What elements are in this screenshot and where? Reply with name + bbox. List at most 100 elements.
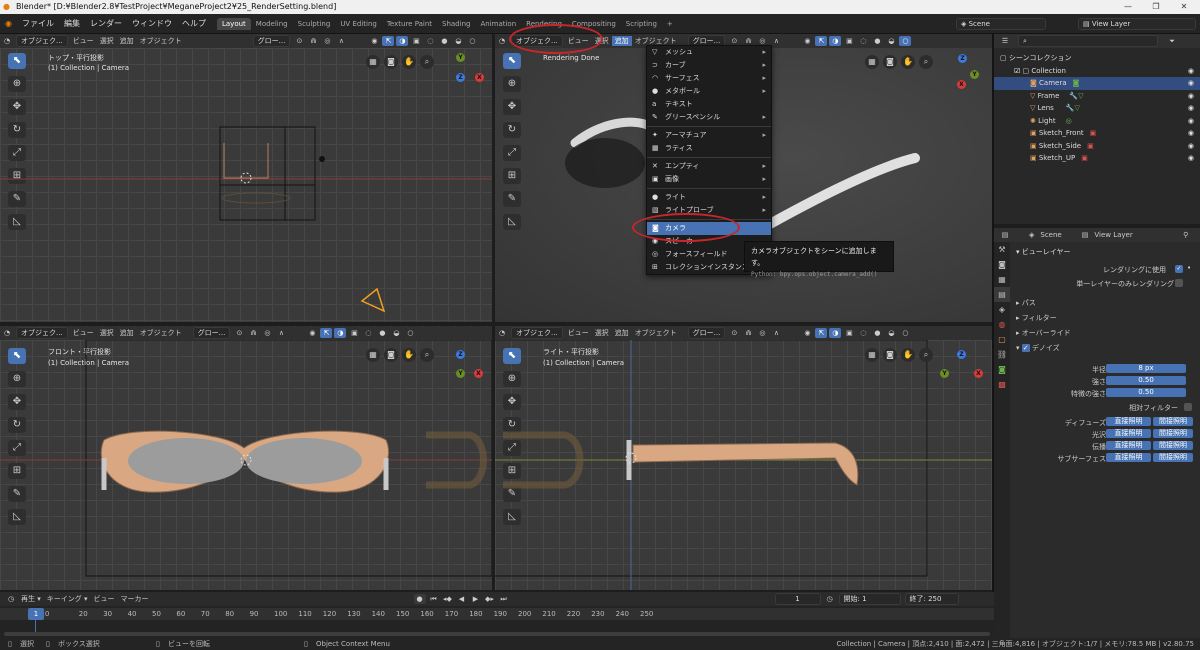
section-passes[interactable]: ▸ パス <box>1016 298 1036 308</box>
tab-layout[interactable]: Layout <box>216 17 251 30</box>
eye-icon[interactable]: ◉ <box>1188 90 1194 103</box>
editor-type-icon[interactable]: ◔ <box>496 328 508 338</box>
current-frame-field[interactable]: 1 <box>774 593 821 605</box>
transform-orientation-dropdown[interactable]: グロー... <box>252 35 291 47</box>
scene-tab-icon[interactable]: ◈ <box>994 302 1010 317</box>
select-menu[interactable]: 選択 <box>97 36 117 46</box>
menu-help[interactable]: ヘルプ <box>177 18 211 29</box>
viewport-front[interactable]: フロント・平行投影 (1) Collection | Camera ⬉ ⊕ ✥ … <box>0 340 492 590</box>
wireframe-shading-icon[interactable]: ◌ <box>857 328 869 338</box>
tab-modeling[interactable]: Modeling <box>251 18 293 30</box>
mode-dropdown[interactable]: オブジェク... <box>16 327 68 339</box>
play-reverse-icon[interactable]: ◀ <box>456 594 468 604</box>
render-tab-icon[interactable]: ◙ <box>994 257 1010 272</box>
close-button[interactable]: ✕ <box>1172 0 1196 14</box>
eye-icon[interactable]: ◉ <box>1188 115 1194 128</box>
proportional-icon[interactable]: ◎ <box>756 328 768 338</box>
add-menu-item[interactable]: ✎ グリースペンシル ▸ <box>647 111 771 124</box>
add-workspace-button[interactable]: + <box>662 18 678 30</box>
editor-type-icon[interactable]: ◔ <box>496 36 508 46</box>
overlay-toggle-icon[interactable]: ◑ <box>829 328 842 338</box>
filter-icon[interactable]: ⏷ <box>1166 36 1178 46</box>
tab-animation[interactable]: Animation <box>475 18 521 30</box>
xray-icon[interactable]: ▣ <box>348 328 360 338</box>
grid-icon[interactable]: ▦ <box>366 348 380 362</box>
transform-orientation-dropdown[interactable]: グロー... <box>687 327 726 339</box>
render-shading-icon[interactable]: ○ <box>899 36 912 46</box>
snap-icon[interactable]: ⋒ <box>742 328 754 338</box>
camera-view-icon[interactable]: ◙ <box>883 55 897 69</box>
section-denoise[interactable]: ▾ ✓ デノイズ <box>1016 343 1060 353</box>
overlay-toggle-icon[interactable]: ◑ <box>334 328 347 338</box>
wireframe-shading-icon[interactable]: ◌ <box>362 328 374 338</box>
gizmo-toggle-icon[interactable]: ⇱ <box>382 36 395 46</box>
transform-orientation-dropdown[interactable]: グロー... <box>192 327 231 339</box>
object-menu[interactable]: オブジェクト <box>137 328 185 338</box>
section-view-layer[interactable]: ▾ ビューレイヤー <box>1016 247 1071 257</box>
tab-shading[interactable]: Shading <box>437 18 475 30</box>
jump-end-icon[interactable]: ⏭ <box>498 594 510 604</box>
falloff-icon[interactable]: ∧ <box>770 36 782 46</box>
gizmo-y-axis[interactable]: Y <box>970 70 979 79</box>
falloff-icon[interactable]: ∧ <box>335 36 347 46</box>
editor-type-icon[interactable]: ◷ <box>5 594 17 604</box>
section-filter[interactable]: ▸ フィルター <box>1016 313 1057 323</box>
wireframe-shading-icon[interactable]: ◌ <box>857 36 869 46</box>
view-layer-selector[interactable]: ▤ View Layer <box>1078 18 1196 30</box>
add-menu-open[interactable]: 追加 <box>611 36 632 46</box>
snap-icon[interactable]: ⋒ <box>307 36 319 46</box>
eye-icon[interactable]: ◉ <box>1188 77 1194 90</box>
view-menu[interactable]: ビュー <box>70 36 97 46</box>
material-shading-icon[interactable]: ◒ <box>390 328 402 338</box>
solid-shading-icon[interactable]: ● <box>871 328 883 338</box>
gizmo-z-axis[interactable]: Z <box>958 54 967 63</box>
material-shading-icon[interactable]: ◒ <box>885 328 897 338</box>
gizmo-z-axis[interactable]: Z <box>456 350 465 359</box>
gizmo-y-axis[interactable]: Y <box>940 369 949 378</box>
object-tab-icon[interactable]: ▢ <box>994 332 1010 347</box>
xray-icon[interactable]: ▣ <box>410 36 422 46</box>
object-menu[interactable]: オブジェクト <box>137 36 185 46</box>
tab-uv-editing[interactable]: UV Editing <box>335 18 382 30</box>
indirect-toggle[interactable]: 間接照明 <box>1153 417 1193 426</box>
select-menu[interactable]: 選択 <box>97 328 117 338</box>
playback-menu[interactable]: 再生 ▾ <box>18 594 44 604</box>
outliner-item-sketch-up[interactable]: ▣ Sketch_UP ▣ ◉ <box>994 152 1200 165</box>
wireframe-shading-icon[interactable]: ◌ <box>424 36 436 46</box>
zoom-icon[interactable]: ⌕ <box>919 348 933 362</box>
editor-type-icon[interactable]: ◔ <box>1 328 13 338</box>
grid-icon[interactable]: ▦ <box>865 55 879 69</box>
start-frame-field[interactable]: 開始: 1 <box>838 593 901 605</box>
add-menu-item[interactable]: ◠ サーフェス ▸ <box>647 72 771 85</box>
use-for-render-checkbox[interactable]: ✓ <box>1175 265 1183 273</box>
mode-dropdown[interactable]: オブジェク... <box>16 35 68 47</box>
outliner-item-camera[interactable]: ◙ Camera ◙ ◉ <box>994 77 1200 90</box>
visibility-icon[interactable]: ◉ <box>368 36 380 46</box>
visibility-icon[interactable]: ◉ <box>801 328 813 338</box>
gizmo-y-axis[interactable]: Y <box>456 369 465 378</box>
camera-view-icon[interactable]: ◙ <box>883 348 897 362</box>
data-tab-icon[interactable]: ◙ <box>994 362 1010 377</box>
direct-toggle[interactable]: 直接照明 <box>1106 429 1151 438</box>
add-menu-item[interactable]: ● メタボール ▸ <box>647 85 771 98</box>
zoom-icon[interactable]: ⌕ <box>919 55 933 69</box>
editor-type-icon[interactable]: ▤ <box>999 230 1011 240</box>
visibility-icon[interactable]: ◉ <box>801 36 813 46</box>
menu-window[interactable]: ウィンドウ <box>127 18 177 29</box>
viewport-right[interactable]: ライト・平行投影 (1) Collection | Camera ⬉ ⊕ ✥ ↻… <box>495 340 994 590</box>
outliner-search-input[interactable]: ⌕ <box>1018 35 1158 47</box>
pan-hand-icon[interactable]: ✋ <box>901 348 915 362</box>
add-menu[interactable]: 追加 <box>117 36 137 46</box>
add-menu-item[interactable]: ▣ 画像 ▸ <box>647 173 771 186</box>
add-menu-item[interactable]: ✦ アーマチュア ▸ <box>647 129 771 142</box>
tab-scripting[interactable]: Scripting <box>621 18 662 30</box>
jump-start-icon[interactable]: ⏮ <box>428 594 440 604</box>
falloff-icon[interactable]: ∧ <box>275 328 287 338</box>
relative-filter-checkbox[interactable] <box>1184 403 1192 411</box>
feature-strength-field[interactable]: 0.50 <box>1106 388 1186 397</box>
proportional-icon[interactable]: ◎ <box>321 36 333 46</box>
snap-icon[interactable]: ⋒ <box>247 328 259 338</box>
mode-dropdown[interactable]: オブジェク... <box>511 327 563 339</box>
render-shading-icon[interactable]: ○ <box>466 36 478 46</box>
eye-icon[interactable]: ◉ <box>1188 65 1194 78</box>
